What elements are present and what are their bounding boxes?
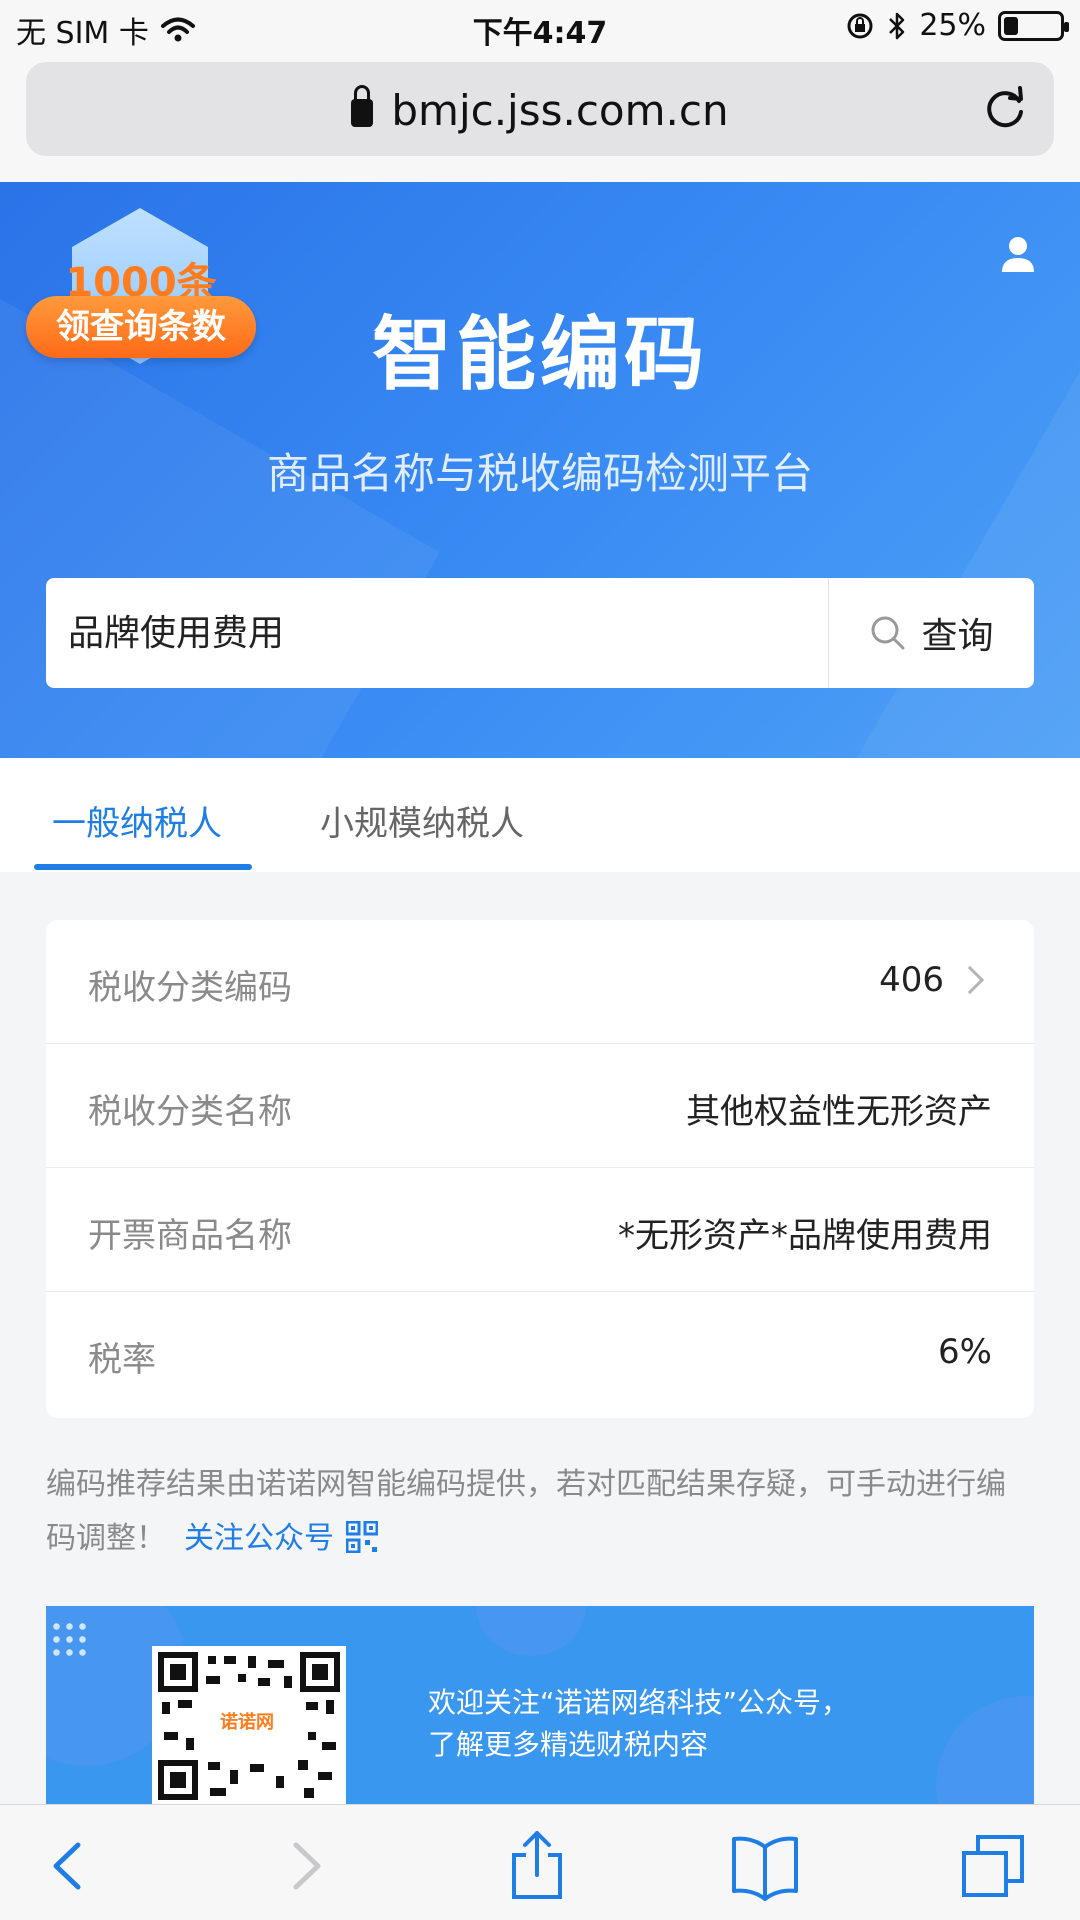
battery-icon	[998, 10, 1069, 41]
search-button-label: 查询	[921, 616, 994, 657]
result-row-tax-name: 税收分类名称 其他权益性无形资产	[46, 1044, 1034, 1168]
follow-account-link[interactable]: 关注公众号	[184, 1521, 334, 1556]
taxpayer-tabs: 一般纳税人 小规模纳税人	[0, 758, 1080, 872]
row-value: 406	[879, 960, 944, 1000]
result-row-invoice-name: 开票商品名称 *无形资产*品牌使用费用	[46, 1168, 1034, 1292]
status-bar: 无 SIM 卡 下午4:47 25%	[0, 0, 1080, 54]
row-label: 税收分类编码	[88, 968, 292, 1008]
result-row-tax-code[interactable]: 税收分类编码 406	[46, 920, 1034, 1044]
url-display[interactable]: bmjc.jss.com.cn	[26, 85, 1054, 135]
lock-icon	[351, 85, 374, 127]
bookmarks-icon[interactable]	[730, 1831, 800, 1901]
result-row-tax-rate: 税率 6%	[46, 1292, 1034, 1416]
search-button[interactable]: 查询	[829, 578, 1034, 688]
status-right: 25%	[845, 8, 1069, 43]
bluetooth-icon	[889, 12, 905, 39]
reload-icon[interactable]	[980, 84, 1030, 134]
banner-decoration	[476, 1606, 586, 1656]
active-tab-indicator	[34, 864, 252, 870]
search-box: 查询	[46, 578, 1034, 688]
banner-text: 欢迎关注“诺诺网络科技”公众号， 了解更多精选财税内容	[428, 1682, 849, 1766]
banner-dots	[50, 1620, 90, 1656]
wechat-qr-code: 诺诺网	[152, 1646, 346, 1806]
browser-toolbar	[0, 1804, 1080, 1920]
share-icon[interactable]	[502, 1831, 572, 1901]
user-icon[interactable]	[1000, 234, 1036, 274]
result-card: 税收分类编码 406 税收分类名称 其他权益性无形资产 开票商品名称 *无形资产…	[46, 920, 1034, 1418]
page: 无 SIM 卡 下午4:47 25% bmjc.jss.com.cn 1000条…	[0, 0, 1080, 1920]
page-subtitle: 商品名称与税收编码检测平台	[266, 449, 813, 498]
browser-top-bar: bmjc.jss.com.cn	[0, 54, 1080, 182]
chevron-right-icon	[955, 965, 985, 995]
battery-fill	[1004, 16, 1018, 35]
disclaimer-note: 编码推荐结果由诺诺网智能编码提供，若对匹配结果存疑，可手动进行编码调整！ 关注公众…	[46, 1458, 1034, 1566]
tab-general-taxpayer[interactable]: 一般纳税人	[52, 796, 222, 845]
row-value: 其他权益性无形资产	[686, 1092, 992, 1132]
hero-banner: 1000条 领查询条数 智能编码 商品名称与税收编码检测平台 查询	[0, 182, 1080, 758]
url-text: bmjc.jss.com.cn	[391, 86, 729, 135]
row-value: 6%	[938, 1332, 992, 1372]
orientation-lock-icon	[847, 13, 873, 38]
battery-percent: 25%	[919, 8, 986, 43]
row-label: 税率	[88, 1340, 156, 1380]
banner-line-1: 欢迎关注“诺诺网络科技”公众号，	[428, 1686, 850, 1719]
qr-brand-label: 诺诺网	[212, 1706, 282, 1740]
banner-decoration	[936, 1696, 1034, 1806]
url-bar[interactable]: bmjc.jss.com.cn	[26, 62, 1054, 156]
row-label: 开票商品名称	[88, 1216, 292, 1256]
forward-icon[interactable]	[270, 1831, 340, 1901]
tab-small-taxpayer[interactable]: 小规模纳税人	[320, 796, 524, 845]
promo-banner[interactable]: 诺诺网 欢迎关注“诺诺网络科技”公众号， 了解更多精选财税内容	[46, 1606, 1034, 1806]
search-input[interactable]	[68, 578, 828, 688]
qr-code-icon[interactable]	[346, 1521, 378, 1553]
back-icon[interactable]	[34, 1831, 104, 1901]
row-label: 税收分类名称	[88, 1092, 292, 1132]
search-icon	[871, 616, 905, 650]
banner-line-2: 了解更多精选财税内容	[428, 1728, 709, 1761]
row-value: *无形资产*品牌使用费用	[618, 1216, 992, 1256]
tabs-icon[interactable]	[958, 1831, 1028, 1901]
page-title: 智能编码	[372, 308, 708, 401]
